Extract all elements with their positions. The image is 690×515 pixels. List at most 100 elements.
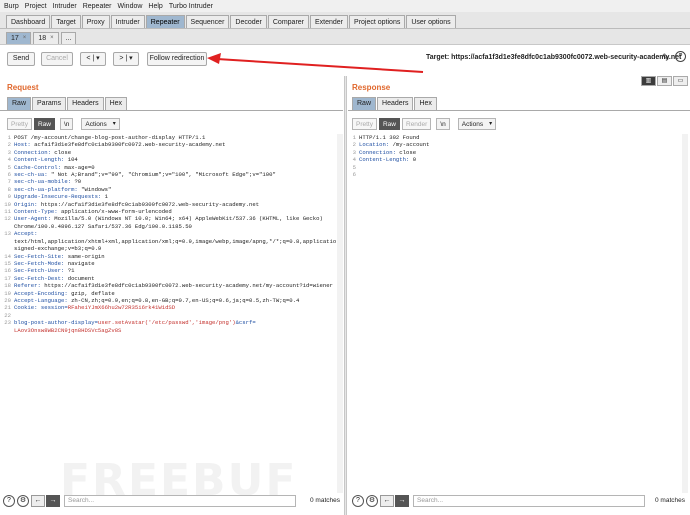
line-segment: ?1 [67, 267, 75, 275]
menu-item-project[interactable]: Project [25, 3, 47, 10]
response-tab-headers[interactable]: Headers [377, 97, 414, 110]
request-line: 11 Content-Type: application/x-www-form-u… [4, 208, 336, 215]
line-text: Accept-Language: zh-CN,zh;q=0.9,en;q=0.8… [14, 297, 299, 304]
menu-item-repeater[interactable]: Repeater [83, 3, 112, 10]
request-scrollbar[interactable] [337, 134, 343, 493]
line-segment: User-Agent: [14, 215, 55, 223]
pane-divider[interactable] [344, 76, 347, 515]
tab-sequencer[interactable]: Sequencer [185, 15, 230, 28]
line-segment: /my-account [392, 141, 430, 149]
tab-proxy[interactable]: Proxy [81, 15, 110, 28]
request-tab-params[interactable]: Params [32, 97, 67, 110]
forward-button[interactable]: > | ▾ [113, 52, 139, 66]
help-icon[interactable]: ? [3, 495, 15, 507]
tab-intruder[interactable]: Intruder [110, 15, 145, 28]
request-tab-headers[interactable]: Headers [67, 97, 104, 110]
response-editor[interactable]: 1 HTTP/1.1 302 Found 2 Location: /my-accoun… [349, 134, 681, 493]
menu-item-intruder[interactable]: Intruder [53, 3, 77, 10]
line-segment: Sec-Fetch-Mode: [14, 259, 68, 267]
cancel-button[interactable]: Cancel [41, 52, 73, 66]
repeater-tab[interactable]: 17 × [6, 32, 32, 44]
split-vertical-icon[interactable]: ▤ [657, 76, 672, 86]
request-raw-button[interactable]: Raw [33, 117, 55, 130]
line-number: 3 [7, 148, 11, 156]
tab-decoder[interactable]: Decoder [230, 15, 267, 28]
line-text: Upgrade-Insecure-Requests: 1 [14, 193, 108, 200]
request-line: 14 Sec-Fetch-Site: same-origin [4, 253, 336, 260]
line-text: HTTP/1.1 302 Found [359, 134, 419, 141]
response-tab-raw[interactable]: Raw [352, 97, 377, 110]
line-number: 2 [7, 141, 11, 149]
request-line: text/html,application/xhtml+xml,applicat… [4, 238, 336, 245]
response-pretty-button[interactable]: Pretty [352, 117, 377, 130]
tab-repeater[interactable]: Repeater [145, 15, 185, 28]
send-button[interactable]: Send [7, 52, 35, 66]
line-text: sec-ch-ua: " Not A;Brand";v="99", "Chrom… [14, 171, 276, 178]
tab-user-options[interactable]: User options [406, 15, 456, 28]
line-number: 6 [352, 171, 356, 179]
response-tab-hex[interactable]: Hex [414, 97, 437, 110]
request-search-input[interactable]: Search... [64, 495, 296, 507]
next-match-button[interactable]: → [395, 495, 409, 507]
request-editor-toolbar: Pretty Raw \n Actions [7, 117, 122, 130]
request-line: 10 Origin: https://acfa1f3d1e3fe8dfc0c1ab… [4, 201, 336, 208]
next-match-button[interactable]: → [46, 495, 60, 507]
request-tab-raw[interactable]: Raw [7, 97, 32, 110]
request-line: 16 Sec-Fetch-User: ?1 [4, 267, 336, 274]
request-newline-toggle[interactable]: \n [60, 117, 74, 130]
line-number: 18 [4, 282, 11, 290]
request-match-count: 0 matches [310, 497, 340, 504]
gear-icon[interactable]: ⚙ [366, 495, 378, 507]
line-segment: RFaheiYJmX66hu2w72R35i6rk41W1dSD [67, 304, 176, 312]
tab-target[interactable]: Target [51, 15, 81, 28]
repeater-tab-label: 18 [38, 35, 47, 42]
line-segment: blog-post-author-display= [14, 319, 98, 327]
tab-comparer[interactable]: Comparer [267, 15, 309, 28]
response-raw-button[interactable]: Raw [378, 117, 400, 130]
tab-dashboard[interactable]: Dashboard [6, 15, 51, 28]
tab-project-options[interactable]: Project options [349, 15, 406, 28]
help-icon[interactable]: ? [675, 51, 686, 62]
request-actions-dropdown[interactable]: Actions [81, 117, 120, 130]
line-number: 12 [4, 215, 11, 223]
follow-redirection-button[interactable]: Follow redirection [147, 52, 207, 66]
request-tab-hex[interactable]: Hex [104, 97, 128, 110]
previous-match-button[interactable]: ← [31, 495, 45, 507]
close-icon[interactable]: × [50, 34, 54, 43]
line-number: 9 [7, 193, 11, 201]
response-newline-toggle[interactable]: \n [436, 117, 450, 130]
back-button[interactable]: < | ▾ [80, 52, 106, 66]
request-line: 22 [4, 312, 336, 319]
line-number: 7 [7, 178, 11, 186]
single-pane-icon[interactable]: ▭ [673, 76, 688, 86]
response-search-input[interactable]: Search... [413, 495, 645, 507]
close-icon[interactable]: × [23, 34, 27, 43]
line-text: Chrome/100.0.4896.127 Safari/537.36 Edg/… [14, 223, 192, 230]
repeater-tab[interactable]: 18 × [33, 32, 59, 44]
tab-extender[interactable]: Extender [310, 15, 349, 28]
menu-item-window[interactable]: Window [118, 3, 143, 10]
request-line: 13 Accept: [4, 230, 336, 237]
menu-item-burp[interactable]: Burp [4, 3, 19, 10]
line-number: 20 [4, 296, 11, 304]
line-text: Sec-Fetch-Dest: document [14, 275, 95, 282]
response-footer: ? ⚙ ← → Search... [352, 493, 645, 509]
line-segment: application/x-www-form-urlencoded [61, 208, 172, 216]
gear-icon[interactable]: ⚙ [17, 495, 29, 507]
request-editor[interactable]: 1 POST /my-account/change-blog-post-autho… [4, 134, 336, 493]
line-segment: Connection: [14, 148, 55, 156]
line-segment: Content-Type: [14, 208, 61, 216]
request-line: 20 Accept-Language: zh-CN,zh;q=0.9,en;q=0… [4, 297, 336, 304]
response-render-button[interactable]: Render [402, 117, 432, 130]
response-actions-dropdown[interactable]: Actions [457, 117, 497, 130]
menu-item-help[interactable]: Help [148, 3, 162, 10]
menu-item-turbo-intruder[interactable]: Turbo Intruder [169, 3, 213, 10]
pencil-icon[interactable]: ✎ [662, 52, 670, 63]
previous-match-button[interactable]: ← [380, 495, 394, 507]
split-horizontal-icon[interactable]: ▥ [641, 76, 656, 86]
request-line: 8 sec-ch-ua-platform: "Windows" [4, 186, 336, 193]
response-scrollbar[interactable] [682, 134, 688, 493]
repeater-tab[interactable]: ... [60, 32, 77, 44]
request-pretty-button[interactable]: Pretty [7, 117, 32, 130]
help-icon[interactable]: ? [352, 495, 364, 507]
